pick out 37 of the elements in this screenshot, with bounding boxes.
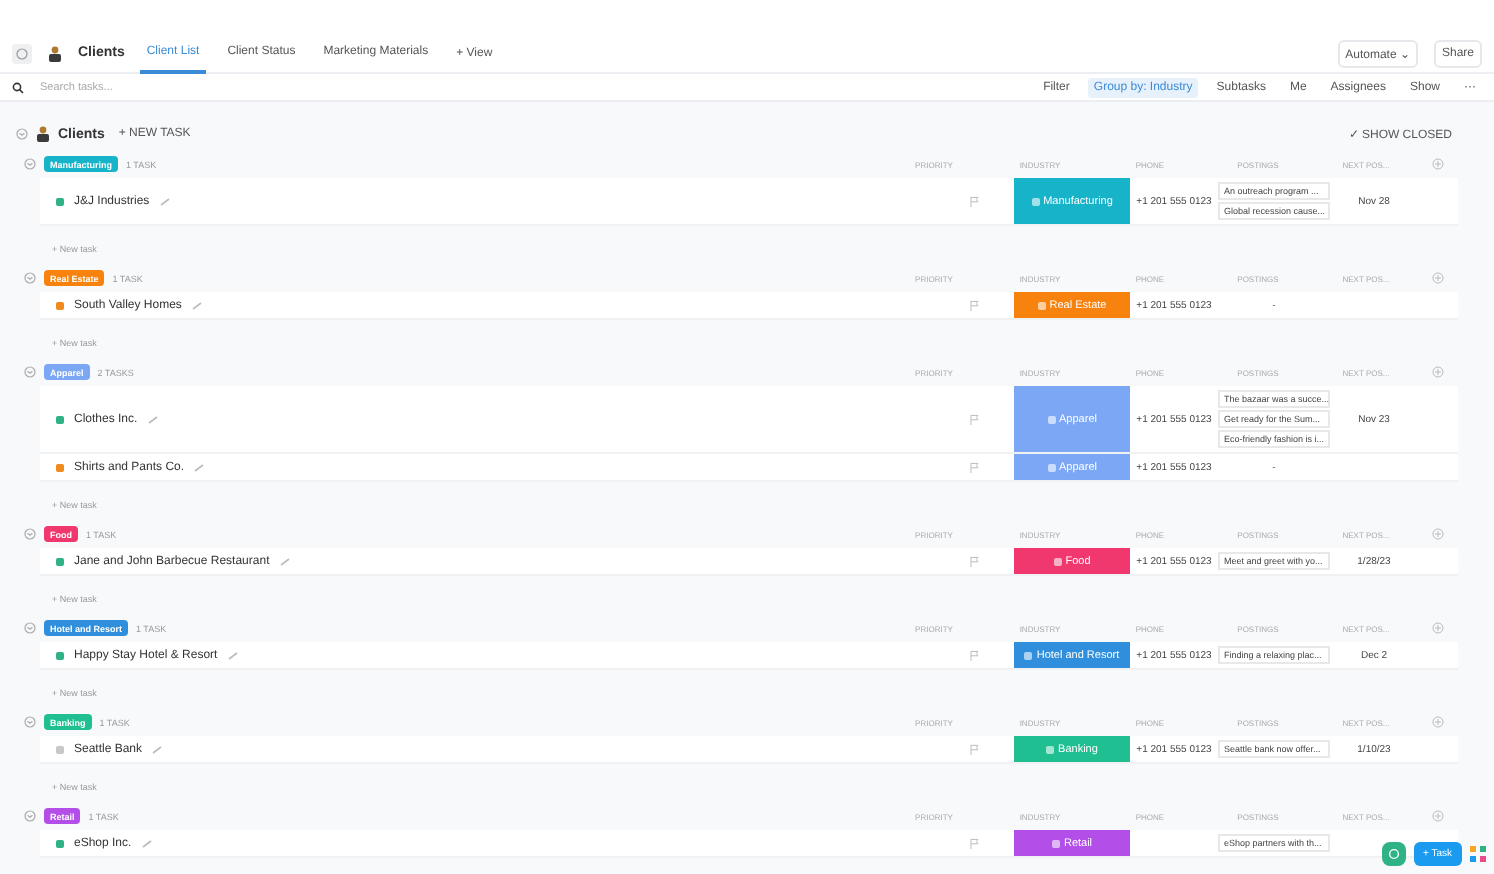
- add-column-icon[interactable]: [1432, 158, 1444, 170]
- search-icon: [12, 81, 24, 93]
- add-column-icon[interactable]: [1432, 272, 1444, 284]
- tag-icon: [1031, 197, 1040, 205]
- flag-icon[interactable]: [969, 299, 979, 311]
- collapse-icon[interactable]: [24, 366, 36, 378]
- collapse-icon[interactable]: [24, 622, 36, 634]
- person-icon: [48, 45, 62, 61]
- tag-icon: [1051, 839, 1060, 847]
- flag-icon[interactable]: [969, 195, 979, 207]
- collapse-icon[interactable]: [24, 716, 36, 728]
- collapse-icon[interactable]: [24, 528, 36, 540]
- sidebar-toggle-icon[interactable]: [12, 43, 32, 63]
- add-column-icon[interactable]: [1432, 716, 1444, 728]
- flag-icon[interactable]: [969, 461, 979, 473]
- collapse-icon[interactable]: [24, 810, 36, 822]
- tag-icon: [1037, 301, 1046, 309]
- flag-icon[interactable]: [969, 743, 979, 755]
- flag-icon[interactable]: [969, 649, 979, 661]
- tag-icon: [1024, 651, 1033, 659]
- add-column-icon[interactable]: [1432, 528, 1444, 540]
- add-column-icon[interactable]: [1432, 810, 1444, 822]
- add-column-icon[interactable]: [1432, 622, 1444, 634]
- tag-icon: [1047, 415, 1056, 423]
- collapse-icon[interactable]: [24, 272, 36, 284]
- person-icon: [36, 126, 50, 142]
- collapse-icon[interactable]: [24, 158, 36, 170]
- tag-icon: [1046, 745, 1055, 753]
- collapse-icon[interactable]: [16, 128, 28, 140]
- tag-icon: [1053, 557, 1062, 565]
- add-column-icon[interactable]: [1432, 366, 1444, 378]
- flag-icon[interactable]: [969, 837, 979, 849]
- flag-icon[interactable]: [969, 555, 979, 567]
- flag-icon[interactable]: [969, 413, 979, 425]
- clock-icon: [1387, 848, 1399, 860]
- apps-icon[interactable]: [1470, 846, 1486, 862]
- tag-icon: [1047, 463, 1056, 471]
